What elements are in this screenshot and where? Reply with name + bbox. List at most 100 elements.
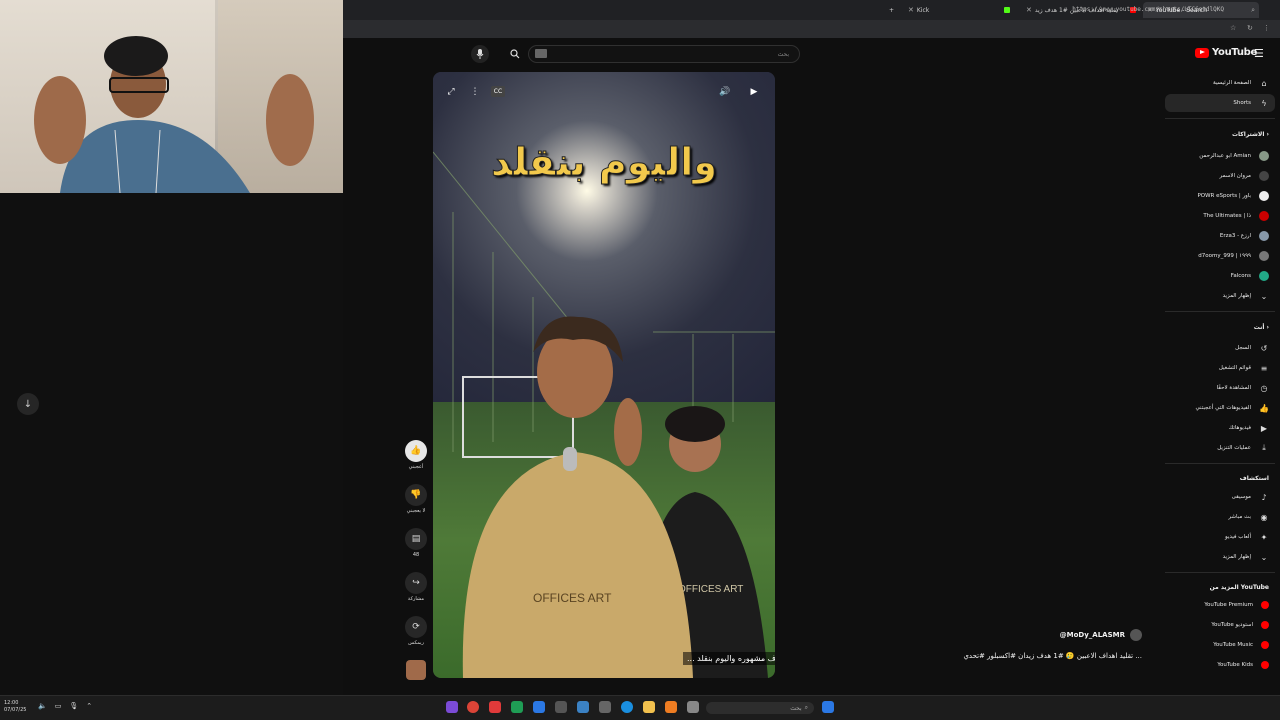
- search-icon: ⌕: [1251, 5, 1255, 14]
- taskbar-search[interactable]: بحث ⌕: [706, 702, 814, 714]
- system-tray[interactable]: 🔈 ▭ 🎙 ⌃: [38, 702, 92, 710]
- hamburger-menu-icon[interactable]: ☰: [1254, 47, 1264, 60]
- sidebar-item-premium[interactable]: YouTube Premium: [1165, 596, 1275, 614]
- sidebar-item-shorts[interactable]: Shorts ϟ: [1165, 94, 1275, 112]
- search-button[interactable]: [505, 45, 525, 63]
- app-icon[interactable]: [489, 701, 501, 713]
- taskbar-clock[interactable]: 12:00 07/07/25: [4, 700, 26, 714]
- reload-icon[interactable]: ↻: [1247, 24, 1253, 32]
- sidebar-item-label: YouTube Music: [1213, 642, 1253, 648]
- voice-search-button[interactable]: [471, 45, 489, 63]
- menu-icon[interactable]: ⋮: [1263, 24, 1270, 32]
- sidebar-item-history[interactable]: السجل ↺: [1165, 339, 1275, 357]
- remix-button[interactable]: ⟳ ريمكس: [401, 616, 431, 646]
- channel-handle[interactable]: @MoDy_ALASMR: [1060, 631, 1125, 639]
- like-button[interactable]: 👍 أعجبني: [401, 440, 431, 470]
- play-icon[interactable]: ▶: [746, 84, 762, 100]
- fullscreen-icon[interactable]: ⤢: [443, 84, 459, 100]
- chevron-up-icon[interactable]: ⌃: [86, 702, 92, 710]
- app-icon[interactable]: [577, 701, 589, 713]
- url-field[interactable]: https://www.youtube.com/shorts/LTC6atdlQ…: [1072, 3, 1224, 15]
- monitor-icon[interactable]: ▭: [55, 702, 62, 710]
- sidebar-item-music[interactable]: موسيقى ♪: [1165, 488, 1275, 506]
- sidebar-item-label: بث مباشر: [1228, 514, 1251, 520]
- taskbar: [0, 695, 1280, 720]
- app-icon[interactable]: [665, 701, 677, 713]
- sidebar-item-gaming[interactable]: ألعاب فيديو ✦: [1165, 528, 1275, 546]
- scroll-down-arrow-icon[interactable]: ↓: [17, 393, 39, 415]
- divider: [1165, 118, 1275, 119]
- channel-avatar: [1259, 171, 1269, 181]
- captions-icon[interactable]: CC: [491, 86, 505, 97]
- sidebar-item-label: POWR eSports | باور: [1197, 193, 1251, 199]
- app-icon[interactable]: [533, 701, 545, 713]
- clock-date: 07/07/25: [4, 707, 27, 713]
- sidebar-item-subscription[interactable]: The Ultimates | ذا: [1165, 207, 1275, 225]
- more-options-icon[interactable]: ⋮: [467, 84, 483, 100]
- sidebar-item-kids[interactable]: YouTube Kids: [1165, 656, 1275, 674]
- youtube-logo[interactable]: YouTube: [1195, 47, 1257, 58]
- sidebar-item-subscription[interactable]: d7oomy_999 | ١٩٩٩: [1165, 247, 1275, 265]
- app-icon[interactable]: [687, 701, 699, 713]
- sidebar-item-label: Erza3 - ارزع: [1219, 233, 1251, 239]
- shorts-video-player[interactable]: OFFICES ART OFFICES ART واليوم بنقلد ⤢ ⋮…: [433, 72, 775, 678]
- file-explorer-icon[interactable]: [643, 701, 655, 713]
- more-from-youtube-heading: المزيد من YouTube: [1209, 584, 1269, 591]
- dislike-button[interactable]: 👎 لا يعجبني: [401, 484, 431, 514]
- sidebar-item-music-app[interactable]: YouTube Music: [1165, 636, 1275, 654]
- app-icon[interactable]: [555, 701, 567, 713]
- sidebar-item-subscription[interactable]: مروان الاسمر: [1165, 167, 1275, 185]
- tab-kick[interactable]: ✕ Kick: [904, 2, 1014, 18]
- sidebar-item-subscription[interactable]: Erza3 - ارزع: [1165, 227, 1275, 245]
- close-icon[interactable]: ✕: [1026, 6, 1032, 14]
- share-button[interactable]: ↪ مشاركة: [401, 572, 431, 602]
- sidebar-item-live[interactable]: بث مباشر ◉: [1165, 508, 1275, 526]
- start-windows-icon[interactable]: [822, 701, 834, 713]
- sidebar-item-label: The Ultimates | ذا: [1203, 213, 1251, 219]
- edge-icon[interactable]: [621, 701, 633, 713]
- sidebar-item-show-more[interactable]: إظهار المزيد ⌄: [1165, 548, 1275, 566]
- channel-avatar: [1259, 211, 1269, 221]
- app-icon[interactable]: [446, 701, 458, 713]
- sidebar-item-your-videos[interactable]: فيديوهاتك ▶: [1165, 419, 1275, 437]
- sidebar-item-watch-later[interactable]: المشاهدة لاحقًا ◷: [1165, 379, 1275, 397]
- sidebar-item-show-more[interactable]: إظهار المزيد ⌄: [1165, 287, 1275, 305]
- volume-icon[interactable]: 🔈: [38, 702, 47, 710]
- chrome-icon[interactable]: [467, 701, 479, 713]
- sidebar-item-label: YouTube Premium: [1204, 602, 1253, 608]
- sidebar-item-subscription[interactable]: POWR eSports | باور: [1165, 187, 1275, 205]
- history-icon: ↺: [1260, 343, 1268, 353]
- sidebar-item-liked-videos[interactable]: الفيديوهات التي أعجبتني 👍: [1165, 399, 1275, 417]
- keyboard-icon[interactable]: [535, 49, 547, 58]
- svg-text:OFFICES ART: OFFICES ART: [678, 584, 743, 595]
- channel-row[interactable]: @MoDy_ALASMR: [1040, 628, 1142, 642]
- explore-heading: استكشاف: [1239, 475, 1269, 482]
- you-heading[interactable]: أنت ›: [1165, 324, 1275, 331]
- excel-icon[interactable]: [511, 701, 523, 713]
- volume-icon[interactable]: 🔊: [717, 84, 733, 100]
- new-tab-button[interactable]: +: [885, 2, 899, 18]
- subscriptions-heading[interactable]: الاشتراكات ›: [1165, 131, 1275, 138]
- thumbs-down-icon: 👎: [405, 484, 427, 506]
- sidebar-item-studio[interactable]: YouTube استوديو: [1165, 616, 1275, 634]
- sidebar-item-playlists[interactable]: قوائم التشغيل ≡: [1165, 359, 1275, 377]
- sidebar-item-label: ألعاب فيديو: [1224, 534, 1251, 540]
- sidebar-item-subscription[interactable]: ابو عبدالرحمن Amian: [1165, 147, 1275, 165]
- sidebar-item-downloads[interactable]: عمليات التنزيل ⤓: [1165, 439, 1275, 457]
- sound-thumbnail[interactable]: [406, 660, 426, 680]
- sidebar-item-subscription[interactable]: Falcons: [1165, 267, 1275, 285]
- channel-avatar[interactable]: [1130, 629, 1142, 641]
- app-icon[interactable]: [599, 701, 611, 713]
- microphone-icon: [476, 49, 484, 59]
- video-title[interactable]: تقليد اهداف الاعبين 🥲 #1 هدف زيدان #اكسب…: [935, 652, 1142, 660]
- mic-icon[interactable]: 🎙: [69, 702, 78, 710]
- bookmark-star-icon[interactable]: ☆: [1230, 24, 1236, 32]
- comments-button[interactable]: ▤ 48: [401, 528, 431, 558]
- channel-avatar: [1259, 191, 1269, 201]
- search-input[interactable]: بحث: [528, 45, 800, 63]
- sidebar-item-home[interactable]: الصفحة الرئيسية ⌂: [1165, 74, 1275, 92]
- close-icon[interactable]: ✕: [908, 6, 914, 14]
- channel-avatar: [1259, 231, 1269, 241]
- sidebar-item-label: قوائم التشغيل: [1218, 365, 1251, 371]
- thumbs-up-icon: 👍: [405, 440, 427, 462]
